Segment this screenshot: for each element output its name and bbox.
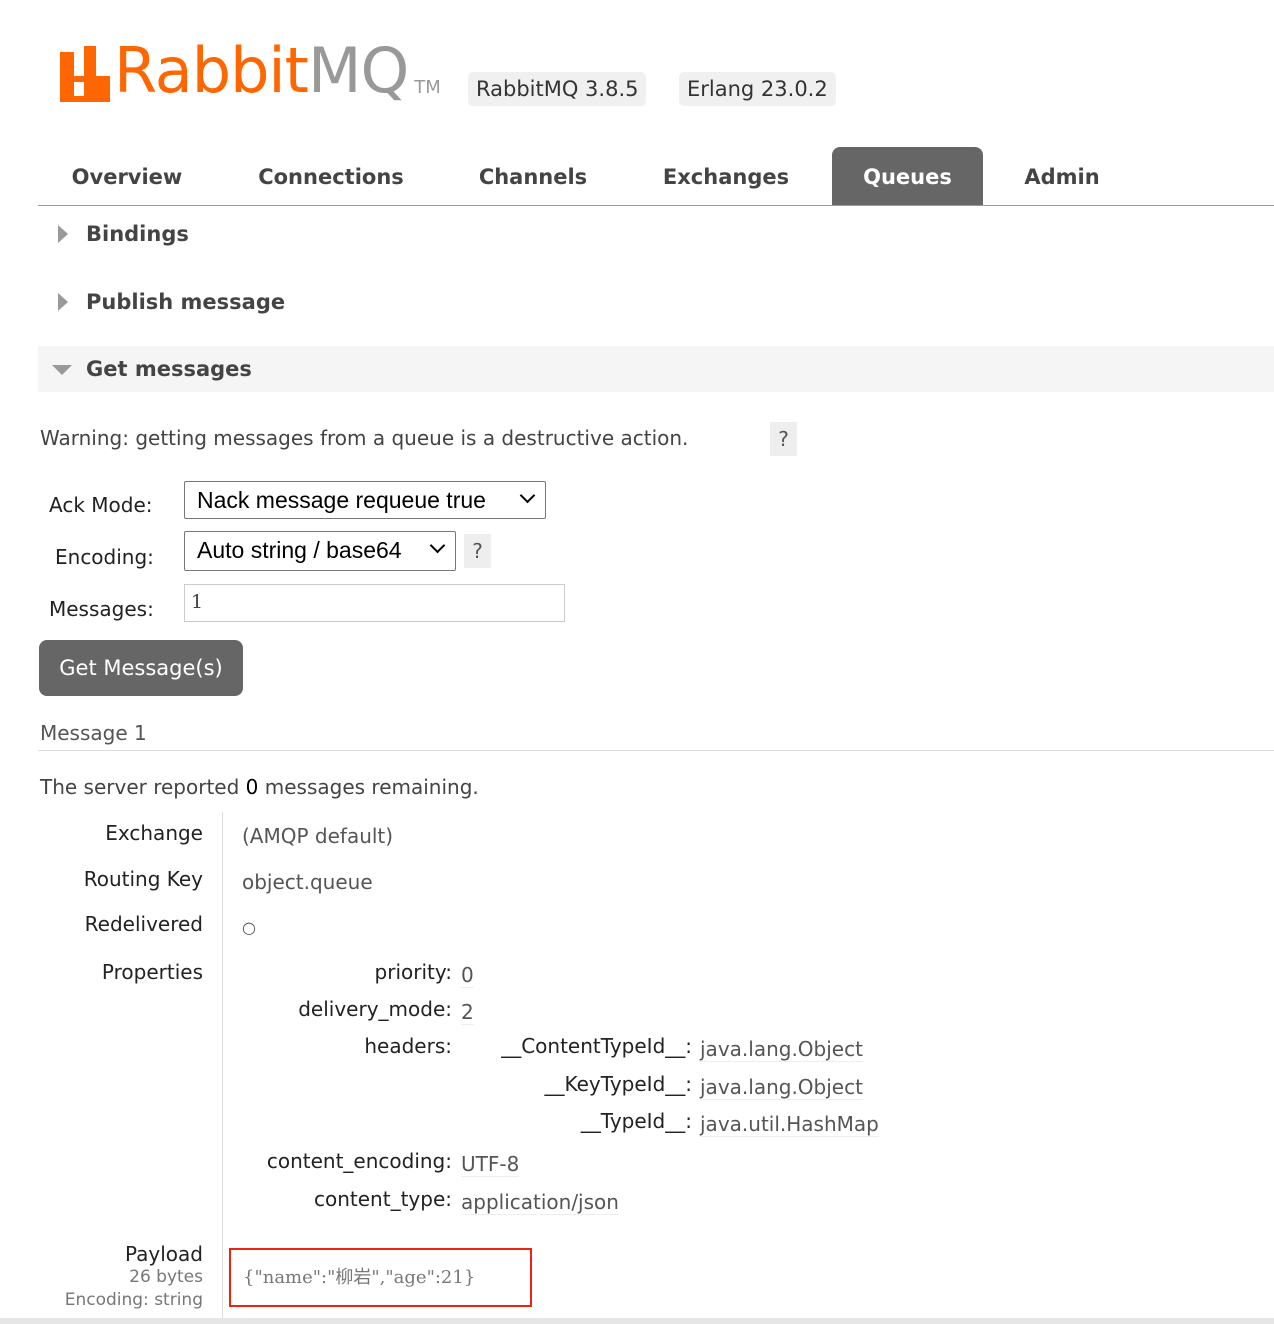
- ack-mode-select[interactable]: Nack message requeue true: [184, 481, 546, 519]
- payload-label: Payload: [125, 1242, 203, 1266]
- rabbitmq-version-badge: RabbitMQ 3.8.5: [468, 72, 647, 106]
- chevron-down-icon: [429, 537, 446, 554]
- header-value: java.lang.Object: [700, 1075, 863, 1100]
- payload-size: 26 bytes: [129, 1267, 203, 1287]
- expand-arrow-icon: [58, 293, 68, 311]
- erlang-version-badge: Erlang 23.0.2: [679, 72, 836, 106]
- logo-text-mq: MQ: [307, 34, 409, 107]
- remaining-count: 0: [245, 775, 259, 799]
- horizontal-scrollbar[interactable]: [0, 1318, 1274, 1324]
- section-publish-title: Publish message: [86, 290, 286, 314]
- header-value: java.lang.Object: [700, 1037, 863, 1062]
- payload-encoding: Encoding: string: [64, 1290, 203, 1310]
- messages-count-input[interactable]: 1: [184, 584, 565, 622]
- logo-tm: TM: [414, 77, 441, 98]
- header-key: __ContentTypeId__:: [501, 1034, 692, 1058]
- properties-label: Properties: [101, 960, 203, 984]
- encoding-select[interactable]: Auto string / base64: [184, 531, 456, 571]
- content-encoding-label: content_encoding:: [266, 1149, 452, 1173]
- tab-overview[interactable]: Overview: [38, 147, 216, 205]
- tab-connections[interactable]: Connections: [230, 147, 432, 205]
- section-get-messages[interactable]: Get messages: [38, 346, 1274, 392]
- header-value: java.util.HashMap: [700, 1112, 879, 1137]
- encoding-value: Auto string / base64: [197, 537, 402, 563]
- logo-text-rabbit: Rabbit: [114, 34, 309, 107]
- tab-channels[interactable]: Channels: [458, 147, 608, 205]
- rabbitmq-logo[interactable]: Rabbit MQ TM: [60, 38, 441, 102]
- encoding-label: Encoding:: [55, 545, 154, 569]
- collapse-arrow-icon: [52, 365, 72, 375]
- destructive-warning: Warning: getting messages from a queue i…: [40, 426, 689, 450]
- priority-label: priority:: [374, 960, 452, 984]
- header-key: __TypeId__:: [580, 1109, 692, 1133]
- exchange-label: Exchange: [105, 821, 203, 845]
- headers-label: headers:: [364, 1034, 452, 1058]
- priority-value: 0: [461, 963, 474, 988]
- tab-exchanges[interactable]: Exchanges: [642, 147, 810, 205]
- tab-queues[interactable]: Queues: [832, 147, 983, 205]
- details-divider: [222, 812, 223, 1324]
- warning-help-button[interactable]: ?: [770, 422, 797, 456]
- payload-value[interactable]: {"name":"柳岩","age":21}: [229, 1248, 532, 1307]
- section-publish-message[interactable]: Publish message: [38, 279, 1274, 325]
- messages-label: Messages:: [49, 597, 154, 621]
- ack-mode-label: Ack Mode:: [49, 493, 153, 517]
- remaining-suffix: messages remaining.: [264, 775, 479, 799]
- get-messages-button[interactable]: Get Message(s): [39, 640, 243, 696]
- remaining-text: The server reported 0 messages remaining…: [40, 775, 479, 799]
- main-nav-tabs: Overview Connections Channels Exchanges …: [38, 147, 1274, 206]
- rabbitmq-logo-icon: [60, 46, 110, 102]
- section-get-title: Get messages: [86, 357, 252, 381]
- redelivered-label: Redelivered: [84, 912, 203, 936]
- tab-admin[interactable]: Admin: [1004, 147, 1120, 205]
- content-type-label: content_type:: [314, 1187, 452, 1211]
- section-bindings-title: Bindings: [86, 222, 189, 246]
- divider: [38, 750, 1274, 751]
- content-encoding-value: UTF-8: [461, 1152, 520, 1177]
- routing-key-value: object.queue: [242, 870, 373, 894]
- encoding-help-button[interactable]: ?: [464, 534, 491, 568]
- delivery-mode-label: delivery_mode:: [298, 997, 452, 1021]
- redelivered-value: ○: [242, 918, 256, 937]
- exchange-value: (AMQP default): [242, 824, 394, 848]
- section-bindings[interactable]: Bindings: [38, 211, 1274, 257]
- expand-arrow-icon: [58, 225, 68, 243]
- chevron-down-icon: [519, 487, 536, 504]
- ack-mode-value: Nack message requeue true: [197, 487, 486, 513]
- routing-key-label: Routing Key: [83, 867, 203, 891]
- header-key: __KeyTypeId__:: [544, 1072, 692, 1096]
- message-heading: Message 1: [40, 721, 147, 745]
- content-type-value: application/json: [461, 1190, 619, 1215]
- remaining-prefix: The server reported: [40, 775, 240, 799]
- delivery-mode-value: 2: [461, 1000, 474, 1025]
